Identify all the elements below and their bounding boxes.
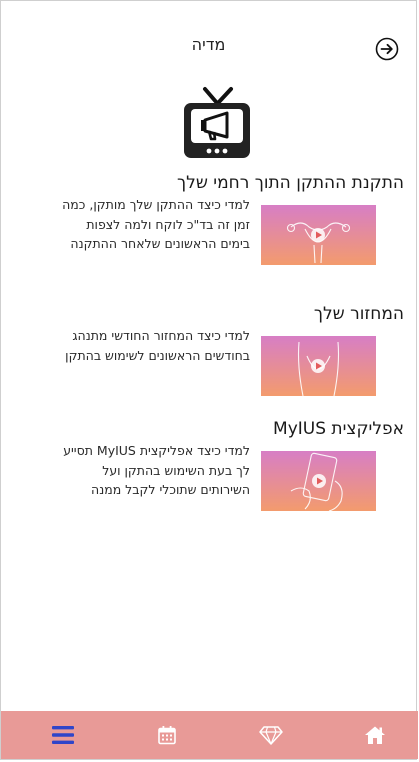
app-screen: מדיה התקנת ההתקן התוך רחמי שלך למדי כיצד… [0,0,418,760]
bottom-nav [1,711,418,759]
nav-item-calendar[interactable] [127,711,207,759]
nav-item-home[interactable] [335,711,415,759]
section-title: התקנת ההתקן התוך רחמי שלך [177,173,404,193]
section-title: המחזור שלך [313,304,404,324]
home-icon [365,726,385,744]
section-description: למדי כיצד המחזור החודשי מתנהג בחודשים הר… [65,328,250,363]
section-title: אפליקצית MyIUS [273,419,404,439]
section-description: למדי כיצד אפליקצית MyIUS תסייע לך בעת הש… [63,443,250,497]
menu-icon [52,726,74,744]
video-thumbnail-insertion[interactable] [261,205,376,265]
nav-item-diamond[interactable] [231,711,311,759]
calendar-icon [158,726,176,745]
diamond-icon [259,726,283,745]
nav-item-menu[interactable] [23,711,103,759]
tv-megaphone-icon [181,85,253,161]
section-description: למדי כיצד ההתקן שלך מותקן, כמה זמן זה בד… [62,197,250,251]
video-thumbnail-app[interactable] [261,451,376,511]
video-thumbnail-cycle[interactable] [261,336,376,396]
arrow-right-circle-icon[interactable] [375,37,399,61]
page-title: מדיה [191,35,226,54]
header: מדיה [1,27,416,67]
